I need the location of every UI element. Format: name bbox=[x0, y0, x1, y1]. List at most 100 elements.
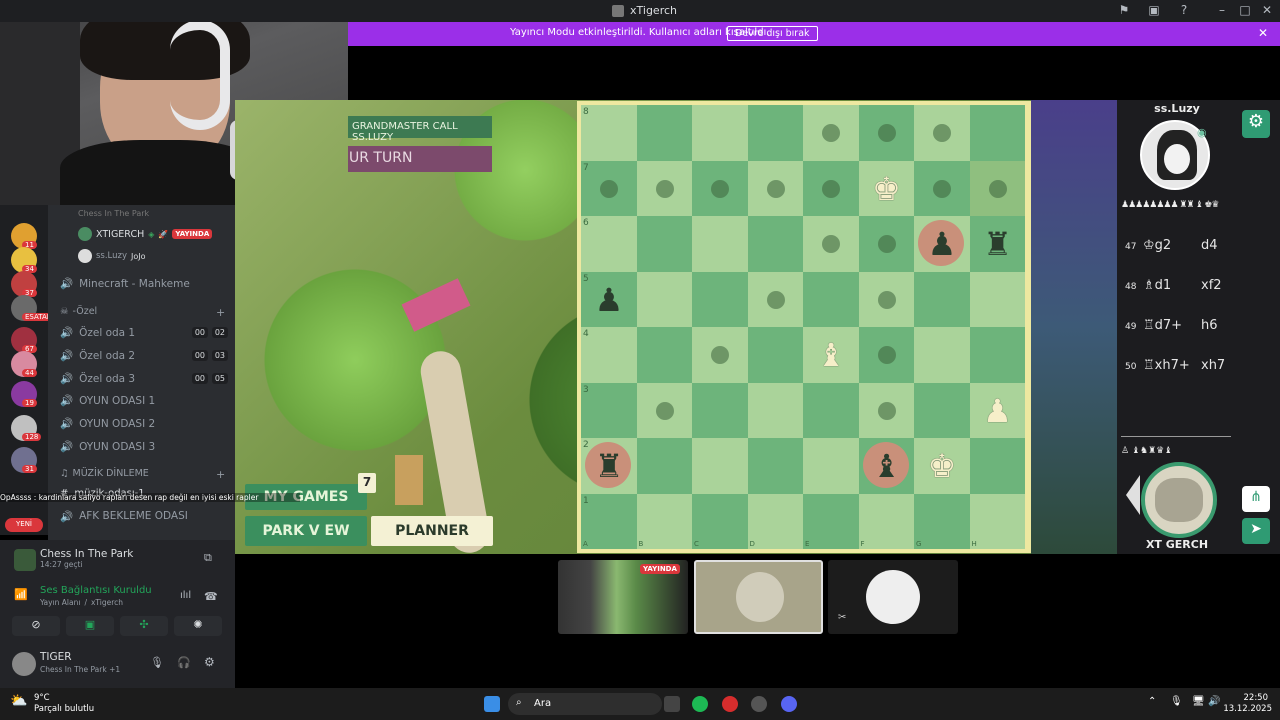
square-g3[interactable] bbox=[914, 382, 970, 438]
black-piece-icon[interactable]: ♜ bbox=[588, 445, 630, 487]
square-f8[interactable] bbox=[858, 105, 914, 161]
square-c7[interactable] bbox=[692, 160, 748, 216]
disable-button[interactable]: Devre dışı bırak bbox=[727, 26, 818, 41]
voice-channel-item[interactable]: 🔊 Minecraft - Mahkeme bbox=[60, 277, 230, 291]
windows-start-icon[interactable] bbox=[484, 696, 500, 712]
square-e1[interactable]: E bbox=[803, 493, 859, 549]
square-d4[interactable] bbox=[747, 327, 803, 383]
volume-icon[interactable]: 🔊 bbox=[1208, 696, 1220, 707]
square-f5[interactable] bbox=[858, 271, 914, 327]
voice-channel-item[interactable]: 🔊 OYUN ODASI 3 bbox=[60, 440, 230, 454]
inbox-icon[interactable]: ⚑ bbox=[1116, 3, 1132, 19]
square-c8[interactable] bbox=[692, 105, 748, 161]
chess-board[interactable]: 8 7 ♚ 6 ♟ ♜ ♟ 5 4 ♝ 3 ♟ ♜ 2 ♝ ♚ 1 A B C D E F G H bbox=[577, 101, 1031, 553]
player-tile[interactable] bbox=[694, 560, 823, 634]
square-c2[interactable] bbox=[692, 438, 748, 494]
steam-icon[interactable] bbox=[751, 696, 767, 712]
voice-channel-item[interactable]: 🔊 Özel oda 2 00 03 bbox=[60, 349, 230, 362]
square-b7[interactable] bbox=[636, 160, 692, 216]
maximize-icon[interactable]: □ bbox=[1237, 3, 1253, 19]
task-view-icon[interactable] bbox=[664, 696, 680, 712]
square-h7[interactable] bbox=[969, 160, 1025, 216]
square-h3[interactable]: ♟ bbox=[969, 382, 1025, 438]
square-h6[interactable]: ♜ bbox=[969, 216, 1025, 272]
square-d6[interactable] bbox=[747, 216, 803, 272]
camera-off-icon[interactable]: ⊘ bbox=[12, 616, 60, 636]
square-e6[interactable] bbox=[803, 216, 859, 272]
square-a4[interactable]: 4 bbox=[581, 327, 637, 383]
black-piece-icon[interactable]: ♟ bbox=[921, 223, 963, 265]
voice-channel-item[interactable]: 🔊 OYUN ODASI 1 bbox=[60, 394, 230, 408]
square-d7[interactable] bbox=[747, 160, 803, 216]
square-c1[interactable]: C bbox=[692, 493, 748, 549]
black-piece-icon[interactable]: ♝ bbox=[866, 445, 908, 487]
square-e3[interactable] bbox=[803, 382, 859, 438]
square-h4[interactable] bbox=[969, 327, 1025, 383]
move-hint-dot[interactable] bbox=[933, 179, 951, 198]
add-channel-icon[interactable]: + bbox=[216, 468, 225, 481]
soundboard-icon[interactable]: ✺ bbox=[174, 616, 222, 636]
square-f1[interactable]: F bbox=[858, 493, 914, 549]
opponent-tile[interactable]: ✂ bbox=[828, 560, 958, 634]
screen-share-icon[interactable]: ▣ bbox=[66, 616, 114, 636]
activity-title[interactable]: Chess In The Park bbox=[40, 548, 133, 560]
square-g4[interactable] bbox=[914, 327, 970, 383]
black-piece-icon[interactable]: ♜ bbox=[977, 223, 1019, 265]
voice-channel-item[interactable]: 🔊 Özel oda 1 00 02 bbox=[60, 326, 230, 339]
square-f2[interactable]: ♝ bbox=[858, 438, 914, 494]
voice-status[interactable]: Ses Bağlantısı Kuruldu bbox=[40, 585, 152, 596]
square-f6[interactable] bbox=[858, 216, 914, 272]
microphone-icon[interactable]: 🎙 bbox=[150, 656, 164, 669]
square-c4[interactable] bbox=[692, 327, 748, 383]
move-hint-dot[interactable] bbox=[822, 179, 840, 198]
help-icon[interactable]: ? bbox=[1176, 3, 1192, 19]
spotify-icon[interactable] bbox=[692, 696, 708, 712]
square-b5[interactable] bbox=[636, 271, 692, 327]
move-hint-dot[interactable] bbox=[988, 179, 1007, 198]
square-g2[interactable]: ♚ bbox=[914, 438, 970, 494]
square-a6[interactable]: 6 bbox=[581, 216, 637, 272]
move-hint-dot[interactable] bbox=[877, 401, 896, 420]
white-piece-icon[interactable]: ♟ bbox=[977, 390, 1019, 432]
white-piece-icon[interactable]: ♚ bbox=[866, 168, 908, 210]
square-e4[interactable]: ♝ bbox=[803, 327, 859, 383]
sub-user[interactable]: ss.Luzy bbox=[96, 251, 127, 261]
planner-button[interactable]: PLANNER bbox=[371, 516, 493, 546]
headphones-icon[interactable]: 🎧 bbox=[177, 656, 191, 669]
square-g7[interactable] bbox=[914, 160, 970, 216]
black-move[interactable]: xh7 bbox=[1201, 358, 1225, 373]
category-ozel[interactable]: -Özel bbox=[73, 306, 98, 317]
white-piece-icon[interactable]: ♚ bbox=[921, 445, 963, 487]
square-a1[interactable]: 1A bbox=[581, 493, 637, 549]
white-move[interactable]: ♖xh7+ bbox=[1143, 358, 1190, 373]
move-hint-dot[interactable] bbox=[933, 124, 951, 142]
square-a5[interactable]: ♟ 5 bbox=[581, 271, 637, 327]
move-hint-dot[interactable] bbox=[766, 290, 785, 309]
mic-tray-icon[interactable]: 🎙 bbox=[1170, 696, 1183, 707]
white-move[interactable]: ♖d7+ bbox=[1143, 318, 1182, 333]
chevron-up-icon[interactable]: ⌃ bbox=[1148, 696, 1156, 707]
square-h2[interactable] bbox=[969, 438, 1025, 494]
share-icon[interactable]: ⋔ bbox=[1242, 486, 1270, 512]
screen-icon[interactable]: ▣ bbox=[1146, 3, 1162, 19]
square-d3[interactable] bbox=[747, 382, 803, 438]
move-hint-dot[interactable] bbox=[822, 235, 840, 253]
network-icon[interactable]: 🖥 bbox=[1192, 696, 1205, 707]
category-muzik[interactable]: MÜZİK DİNLEME bbox=[73, 468, 149, 479]
square-a7[interactable]: 7 bbox=[581, 160, 637, 216]
player-avatar[interactable] bbox=[1141, 462, 1217, 538]
send-icon[interactable]: ➤ bbox=[1242, 518, 1270, 544]
add-channel-icon[interactable]: + bbox=[216, 306, 225, 319]
square-d1[interactable]: D bbox=[747, 493, 803, 549]
stream-thumbnail[interactable]: YAYINDA bbox=[558, 560, 688, 634]
square-h1[interactable]: H bbox=[969, 493, 1025, 549]
minimize-icon[interactable]: – bbox=[1214, 3, 1230, 19]
square-g1[interactable]: G bbox=[914, 493, 970, 549]
square-e5[interactable] bbox=[803, 271, 859, 327]
square-b8[interactable] bbox=[636, 105, 692, 161]
square-c3[interactable] bbox=[692, 382, 748, 438]
user-name[interactable]: TIGER bbox=[40, 651, 72, 663]
close-icon[interactable]: ✕ bbox=[1259, 3, 1275, 19]
disconnect-icon[interactable]: ☎ bbox=[204, 590, 218, 603]
square-a8[interactable]: 8 bbox=[581, 105, 637, 161]
